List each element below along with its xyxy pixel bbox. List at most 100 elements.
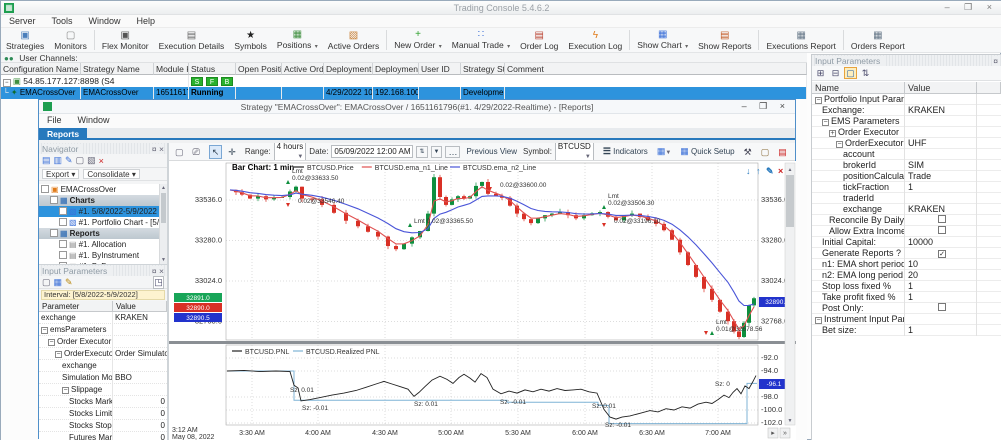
- parameter-row[interactable]: tickFraction1: [812, 182, 1001, 193]
- toolbar-button-new-order[interactable]: +New Order ▾: [389, 28, 446, 52]
- settings-wrench-icon[interactable]: ⚒: [741, 145, 755, 159]
- range-select[interactable]: 4 hours ▼: [274, 143, 307, 161]
- parameter-row[interactable]: −OrderExecutor TypeUHF: [812, 138, 1001, 149]
- toolbar-button-orders-report[interactable]: ▦Orders Report: [846, 28, 910, 52]
- collapse-all-icon[interactable]: ⊟: [829, 67, 842, 79]
- parameter-row[interactable]: Take profit fixed %1: [812, 292, 1001, 303]
- categorized-view-icon[interactable]: ▢: [844, 67, 857, 79]
- expand-all-icon[interactable]: ⊞: [814, 67, 827, 79]
- save-icon[interactable]: ▤: [42, 155, 51, 166]
- tree-item[interactable]: ▦Reports: [39, 228, 159, 239]
- toolbar-button-monitors[interactable]: ▢Monitors: [49, 28, 92, 52]
- parameter-row[interactable]: brokerIdSIM: [812, 160, 1001, 171]
- parameter-row[interactable]: Stop loss fixed %1: [812, 281, 1001, 292]
- grid-cell[interactable]: [505, 87, 807, 99]
- window-icon[interactable]: ▢: [42, 277, 51, 288]
- pin-icon[interactable]: ¤: [993, 56, 998, 66]
- toolbar-button-order-log[interactable]: ▤Order Log: [515, 28, 563, 52]
- toolbar-button-show-reports[interactable]: ▤Show Reports: [693, 28, 756, 52]
- tab-reports[interactable]: Reports: [39, 128, 87, 140]
- expander-icon[interactable]: −: [836, 141, 843, 148]
- print-icon[interactable]: ⎚: [190, 145, 203, 159]
- parameter-row[interactable]: Reconcile By Daily Price: [812, 215, 1001, 226]
- param-row[interactable]: Futures Mar0: [39, 432, 167, 440]
- parameter-row[interactable]: Generate Reports ?✓: [812, 248, 1001, 259]
- grid-cell[interactable]: 1651161796: [154, 87, 189, 99]
- panel-icon[interactable]: ▢: [758, 145, 773, 159]
- param-row[interactable]: Simulation MoBBO: [39, 372, 167, 384]
- layout-grid-button[interactable]: ▦▼: [654, 144, 674, 160]
- window-controls[interactable]: – ❒ ×: [945, 2, 998, 13]
- toolbar-button-executions-report[interactable]: ▦Executions Report: [761, 28, 840, 52]
- previous-view-button[interactable]: Previous View: [463, 145, 520, 159]
- toolbar-button-execution-details[interactable]: ▤Execution Details: [154, 28, 230, 52]
- toolbar-button-symbols[interactable]: ★Symbols: [229, 28, 272, 52]
- grid-cell[interactable]: Running: [189, 87, 236, 99]
- parameter-row[interactable]: traderId: [812, 193, 1001, 204]
- parameter-row[interactable]: Post Only:: [812, 303, 1001, 314]
- delete-icon[interactable]: ×: [99, 156, 104, 166]
- expander-icon[interactable]: −: [55, 351, 62, 358]
- tree-checkbox[interactable]: [59, 251, 67, 259]
- tree-item[interactable]: ▧#1. Portfolio Chart - [5/8/2022-5/9/202…: [39, 217, 159, 228]
- edit-icon[interactable]: ✎: [65, 277, 73, 288]
- expander-icon[interactable]: −: [822, 119, 829, 126]
- grid-cell[interactable]: [419, 87, 461, 99]
- toolbar-button-manual-trade[interactable]: ∷Manual Trade ▾: [447, 28, 515, 52]
- copy-icon[interactable]: ▢: [76, 155, 85, 166]
- expander-icon[interactable]: +: [829, 130, 836, 137]
- parameter-row[interactable]: n2: EMA long period20: [812, 270, 1001, 281]
- tree-checkbox[interactable]: [50, 196, 58, 204]
- parameter-row[interactable]: Allow Extra Income: [812, 226, 1001, 237]
- param-row[interactable]: exchangeKRAKEN: [39, 312, 167, 324]
- parameter-row[interactable]: −Instrument Input Parameters: [812, 314, 1001, 325]
- child-window-controls[interactable]: – ❒ ×: [742, 101, 790, 112]
- date-input[interactable]: 05/09/2022 12:00 AM: [331, 145, 413, 158]
- toolbar-button-strategies[interactable]: ▣Strategies: [1, 28, 49, 52]
- excel-export-icon[interactable]: ▥: [793, 145, 795, 159]
- parameter-row[interactable]: Initial Capital:10000: [812, 237, 1001, 248]
- navigator-scrollbar[interactable]: ▲ ▼: [159, 184, 167, 264]
- param-row[interactable]: −OrderExecutor TyOrder Simulator: [39, 348, 167, 360]
- toolbar-button-active-orders[interactable]: ▧Active Orders: [323, 28, 385, 52]
- export-dropdown[interactable]: Export ▾: [42, 169, 79, 179]
- tree-checkbox[interactable]: [59, 218, 67, 226]
- toolbar-button-show-chart[interactable]: ▦Show Chart ▾: [632, 28, 693, 52]
- close-icon[interactable]: ×: [159, 266, 164, 276]
- tree-checkbox[interactable]: [59, 240, 67, 248]
- chart-splitter[interactable]: [169, 341, 796, 344]
- expander-icon[interactable]: −: [41, 327, 48, 334]
- tree-item[interactable]: ▤#1. ByInstrument: [39, 250, 159, 261]
- child-menu-window[interactable]: Window: [70, 114, 118, 126]
- grid-cell[interactable]: [282, 87, 324, 99]
- param-row[interactable]: Stocks Stop0: [39, 420, 167, 432]
- param-row[interactable]: −Slippage: [39, 384, 167, 396]
- parameter-row[interactable]: positionCalculatioTrade: [812, 171, 1001, 182]
- parameter-row[interactable]: −EMS Parameters: [812, 116, 1001, 127]
- grid-cell[interactable]: 192.168.100.14: [373, 87, 419, 99]
- close-icon[interactable]: ×: [159, 144, 164, 154]
- parameter-row[interactable]: n1: EMA short period10: [812, 259, 1001, 270]
- indicators-button[interactable]: ☰ Indicators: [600, 144, 651, 159]
- grid-cell[interactable]: 4/29/2022 10:38:0: [324, 87, 373, 99]
- date-dropdown-icon[interactable]: ▼: [431, 146, 443, 158]
- date-more-button[interactable]: …: [445, 146, 460, 158]
- sort-icon[interactable]: ⇅: [859, 67, 872, 79]
- expander-icon[interactable]: −: [62, 387, 69, 394]
- tree-checkbox[interactable]: [59, 207, 67, 215]
- menu-window[interactable]: Window: [81, 15, 129, 27]
- expand-button[interactable]: ◳: [153, 276, 164, 289]
- grid-cell[interactable]: Development: [461, 87, 505, 99]
- tree-checkbox[interactable]: [50, 229, 58, 237]
- price-and-pnl-chart[interactable]: 33536.033536.033280.033280.033024.033024…: [169, 161, 796, 440]
- grid-cell[interactable]: [236, 87, 282, 99]
- tree-item[interactable]: ▦Charts: [39, 195, 159, 206]
- parameter-row[interactable]: −Portfolio Input Parameters: [812, 94, 1001, 105]
- pin-icon[interactable]: ¤: [152, 144, 157, 154]
- checkbox[interactable]: [938, 303, 946, 311]
- date-spinner[interactable]: ⇅: [416, 146, 427, 158]
- grid-icon[interactable]: ▦: [54, 277, 63, 288]
- pdf-export-icon[interactable]: ▤: [775, 145, 790, 159]
- pin-icon[interactable]: ¤: [152, 266, 157, 276]
- copy-icon[interactable]: ▢: [172, 145, 187, 159]
